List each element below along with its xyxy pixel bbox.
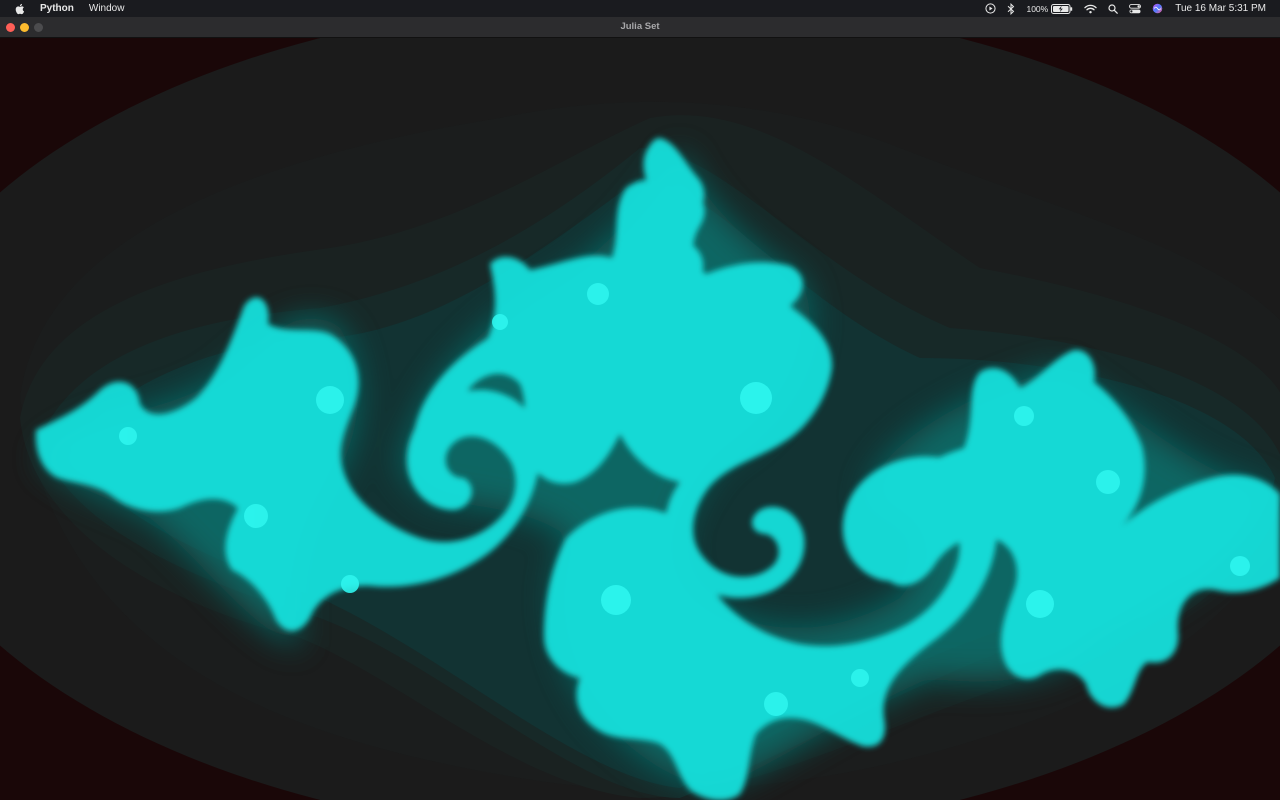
bluetooth-icon[interactable] [1007,2,1015,15]
apple-icon[interactable] [14,2,27,15]
battery-icon [1051,3,1073,14]
control-center-icon[interactable] [1129,3,1142,14]
julia-set-image [0,38,1280,800]
siri-icon[interactable] [1152,3,1163,14]
menu-window[interactable]: Window [89,3,125,14]
menu-bar: Python Window 100% Tue 16 Mar 5:31 PM [0,0,1280,17]
window-title: Julia Set [620,21,660,32]
window-titlebar[interactable]: Julia Set [0,17,1280,38]
menu-app-name[interactable]: Python [40,3,74,14]
wifi-icon[interactable] [1084,4,1097,14]
battery-indicator[interactable]: 100% [1026,3,1073,14]
menu-clock[interactable]: Tue 16 Mar 5:31 PM [1175,3,1266,14]
search-icon[interactable] [1108,3,1119,14]
battery-percent: 100% [1026,3,1049,14]
play-icon[interactable] [985,3,997,14]
fractal-canvas[interactable] [0,38,1280,800]
